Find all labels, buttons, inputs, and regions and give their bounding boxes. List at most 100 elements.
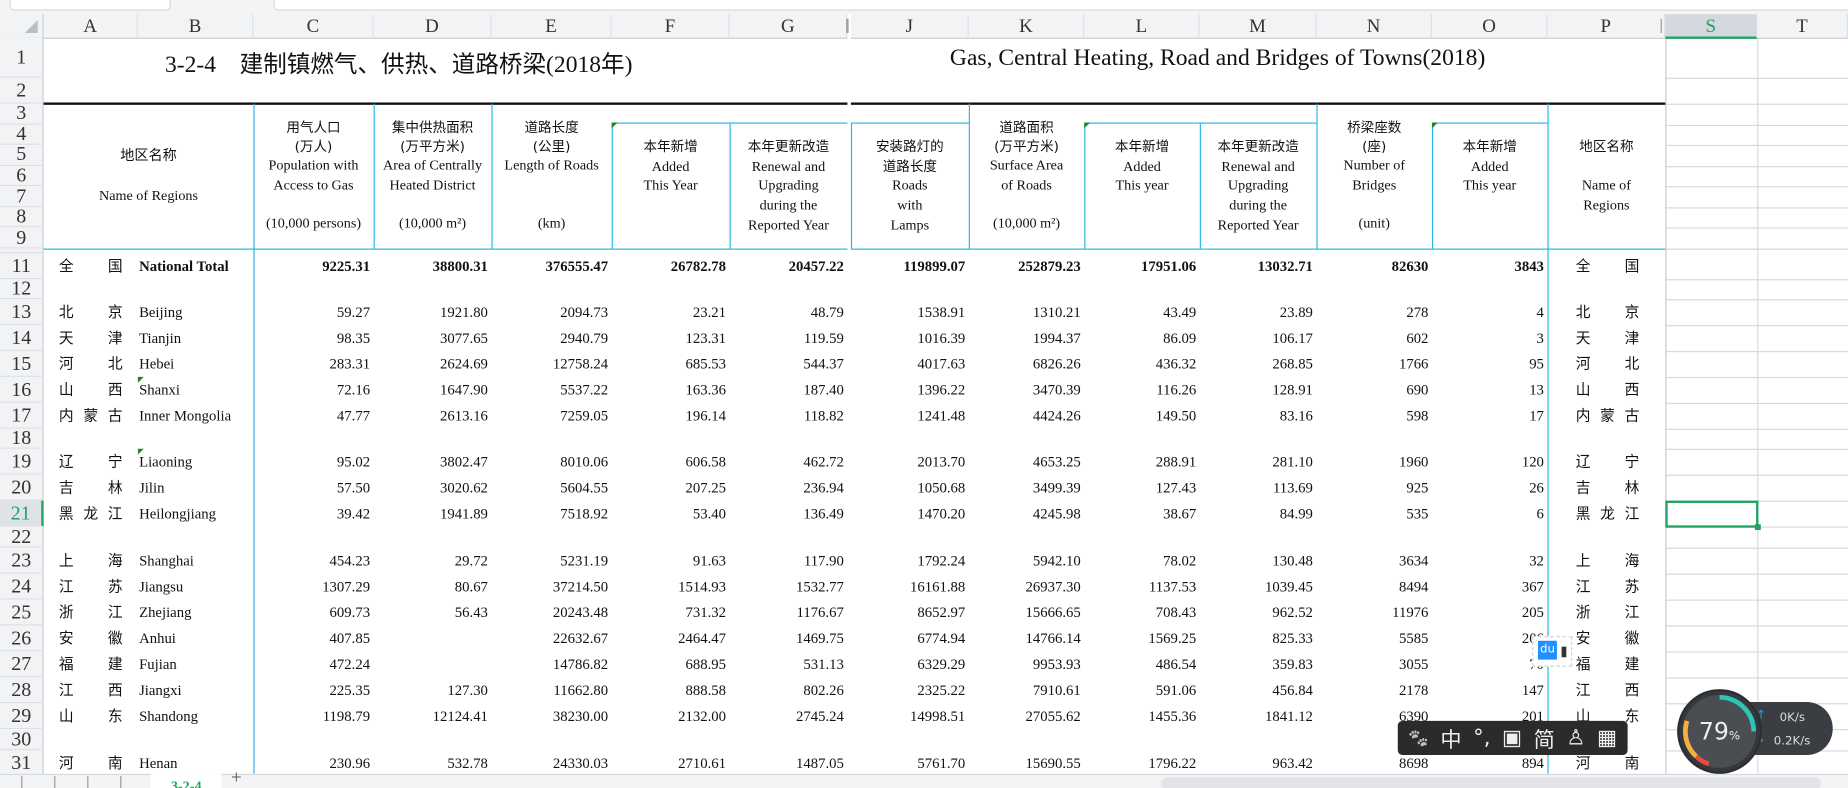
select-all-corner[interactable] (0, 14, 44, 39)
cpu-usage-gauge[interactable]: 79% (1679, 691, 1760, 772)
value-cell-o[interactable]: 205 (1432, 600, 1544, 626)
user-icon[interactable]: ♙ (1566, 726, 1585, 751)
value-cell-f[interactable]: 606.58 (612, 449, 726, 475)
value-cell-f[interactable]: 2710.61 (612, 750, 726, 776)
value-cell-d[interactable]: 1921.80 (374, 299, 488, 325)
ime-mode[interactable]: 中 (1440, 723, 1461, 754)
value-cell-l[interactable]: 1569.25 (1084, 625, 1196, 651)
value-cell-f[interactable]: 26782.78 (612, 253, 726, 279)
value-cell-g[interactable]: 1532.77 (730, 574, 844, 600)
value-cell-j[interactable]: 1241.48 (851, 403, 965, 429)
value-cell-n[interactable]: 3055 (1316, 651, 1428, 677)
value-cell-k[interactable]: 252879.23 (969, 253, 1081, 279)
name-box[interactable] (9, 0, 171, 11)
value-cell-m[interactable]: 268.85 (1200, 351, 1313, 377)
value-cell-m[interactable]: 128.91 (1200, 377, 1313, 403)
value-cell-f[interactable]: 2132.00 (612, 703, 726, 729)
value-cell-m[interactable]: 83.16 (1200, 403, 1313, 429)
value-cell-g[interactable]: 136.49 (730, 501, 844, 527)
region-name-cn[interactable]: 浙江 (59, 600, 123, 626)
value-cell-n[interactable]: 82630 (1316, 253, 1429, 279)
value-cell-o[interactable]: 26 (1432, 475, 1544, 501)
value-cell-l[interactable]: 86.09 (1084, 325, 1196, 351)
region-name-en[interactable]: Liaoning (139, 449, 192, 475)
value-cell-k[interactable]: 14766.14 (969, 625, 1081, 651)
value-cell-e[interactable]: 5231.19 (491, 548, 608, 574)
column-header-n[interactable]: N (1316, 14, 1432, 39)
region-name-cn-right[interactable]: 江西 (1576, 677, 1640, 703)
value-cell-o[interactable]: 32 (1432, 548, 1544, 574)
value-cell-c[interactable]: 1198.79 (253, 703, 370, 729)
value-cell-d[interactable]: 1941.89 (374, 501, 488, 527)
value-cell-m[interactable]: 359.83 (1200, 651, 1313, 677)
du-badge[interactable]: du (1532, 636, 1573, 667)
value-cell-j[interactable]: 8652.97 (851, 600, 965, 626)
ime-toolbar[interactable]: 🐾 中 °, ▣ 简 ♙ ▦ (1397, 720, 1628, 756)
row-header-21[interactable]: 21 (0, 500, 44, 527)
value-cell-l[interactable]: 78.02 (1084, 548, 1196, 574)
row-header-7[interactable]: 7 (0, 186, 44, 208)
value-cell-c[interactable]: 95.02 (253, 449, 370, 475)
value-cell-d[interactable]: 12124.41 (374, 703, 488, 729)
value-cell-c[interactable]: 39.42 (253, 501, 370, 527)
value-cell-c[interactable]: 225.35 (253, 677, 371, 703)
column-header-b[interactable]: B (137, 14, 254, 39)
row-header-17[interactable]: 17 (0, 402, 44, 429)
region-name-en[interactable]: Jiangsu (139, 574, 183, 600)
value-cell-g[interactable]: 802.26 (730, 677, 844, 703)
value-cell-o[interactable]: 95 (1432, 351, 1544, 377)
value-cell-o[interactable]: 367 (1432, 574, 1544, 600)
value-cell-l[interactable]: 708.43 (1084, 600, 1197, 626)
value-cell-m[interactable]: 963.42 (1200, 750, 1313, 776)
row-header-hidden[interactable] (0, 248, 44, 254)
value-cell-c[interactable]: 57.50 (253, 475, 370, 501)
value-cell-l[interactable]: 1137.53 (1084, 574, 1196, 600)
column-header-d[interactable]: D (373, 14, 492, 39)
value-cell-c[interactable]: 454.23 (253, 548, 371, 574)
region-name-cn-right[interactable]: 江苏 (1576, 574, 1640, 600)
row-header-13[interactable]: 13 (0, 299, 44, 326)
value-cell-k[interactable]: 15666.65 (969, 600, 1081, 626)
value-cell-m[interactable]: 1039.45 (1200, 574, 1313, 600)
value-cell-d[interactable] (374, 651, 488, 677)
value-cell-k[interactable]: 7910.61 (969, 677, 1081, 703)
value-cell-j[interactable]: 1396.22 (851, 377, 965, 403)
value-cell-l[interactable]: 127.43 (1084, 475, 1197, 501)
value-cell-d[interactable]: 1647.90 (374, 377, 488, 403)
value-cell-k[interactable]: 6826.26 (969, 351, 1081, 377)
value-cell-l[interactable]: 1455.36 (1084, 703, 1196, 729)
value-cell-j[interactable]: 5761.70 (851, 750, 965, 776)
region-name-cn[interactable]: 吉林 (59, 475, 123, 501)
column-header-c[interactable]: C (253, 14, 374, 39)
row-header-28[interactable]: 28 (0, 677, 44, 704)
value-cell-e[interactable]: 14786.82 (491, 651, 608, 677)
value-cell-n[interactable]: 535 (1316, 501, 1428, 527)
value-cell-n[interactable]: 3634 (1316, 548, 1428, 574)
column-header-g[interactable]: G (729, 14, 848, 39)
value-cell-n[interactable]: 602 (1316, 325, 1428, 351)
region-name-cn-right[interactable]: 福建 (1576, 651, 1640, 677)
value-cell-d[interactable]: 38800.31 (374, 253, 488, 279)
value-cell-l[interactable]: 38.67 (1084, 501, 1196, 527)
value-cell-n[interactable]: 690 (1316, 377, 1428, 403)
value-cell-f[interactable]: 123.31 (612, 325, 726, 351)
value-cell-m[interactable]: 130.48 (1200, 548, 1313, 574)
region-name-cn[interactable]: 江苏 (59, 574, 123, 600)
row-header-15[interactable]: 15 (0, 351, 44, 377)
value-cell-e[interactable]: 37214.50 (491, 574, 608, 600)
value-cell-j[interactable]: 14998.51 (851, 703, 965, 729)
value-cell-m[interactable]: 113.69 (1200, 475, 1313, 501)
value-cell-o[interactable]: 6 (1432, 501, 1544, 527)
column-header-k[interactable]: K (968, 14, 1085, 39)
value-cell-e[interactable]: 24330.03 (491, 750, 608, 776)
value-cell-f[interactable]: 888.58 (612, 677, 726, 703)
region-name-cn[interactable]: 天津 (59, 325, 123, 351)
region-name-en[interactable]: Tianjin (139, 325, 181, 351)
value-cell-m[interactable]: 456.84 (1200, 677, 1313, 703)
value-cell-g[interactable]: 531.13 (730, 651, 844, 677)
value-cell-e[interactable]: 38230.00 (491, 703, 608, 729)
value-cell-j[interactable]: 16161.88 (851, 574, 965, 600)
value-cell-o[interactable]: 206 (1432, 625, 1544, 651)
value-cell-o[interactable]: 3 (1432, 325, 1544, 351)
region-name-en[interactable]: Fujian (139, 651, 177, 677)
